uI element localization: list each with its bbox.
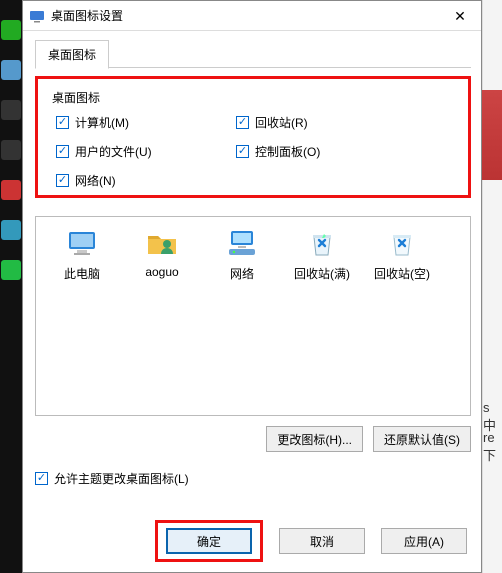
ok-button[interactable]: 确定 [166, 528, 252, 554]
preview-label: 网络 [230, 265, 254, 282]
background-text: s 中 [483, 400, 500, 434]
userfolder-icon [146, 227, 178, 259]
check-icon: ✓ [56, 116, 69, 129]
background-text: re 下 [483, 430, 500, 464]
dialog-body: 桌面图标 桌面图标 ✓ 计算机(M) ✓ 回收站(R) ✓ 用户的文件(U) ✓ [23, 31, 481, 497]
preview-label: 此电脑 [64, 265, 100, 282]
checkbox-userfiles[interactable]: ✓ 用户的文件(U) [56, 143, 236, 160]
background-right: s 中 re 下 [482, 0, 502, 573]
preview-label: 回收站(满) [294, 265, 350, 282]
desktop-icon-settings-dialog: 桌面图标设置 ✕ 桌面图标 桌面图标 ✓ 计算机(M) ✓ 回收站(R) ✓ 用… [22, 0, 482, 573]
checkbox-label: 控制面板(O) [255, 143, 320, 160]
check-icon: ✓ [236, 116, 249, 129]
ok-highlight: 确定 [155, 520, 263, 562]
system-icon [29, 8, 45, 24]
checkbox-label: 回收站(R) [255, 114, 308, 131]
restore-default-button[interactable]: 还原默认值(S) [373, 426, 471, 452]
network-icon [226, 227, 258, 259]
background-image-fragment [482, 90, 502, 180]
close-icon[interactable]: ✕ [445, 4, 475, 28]
check-icon: ✓ [236, 145, 249, 158]
cancel-button[interactable]: 取消 [279, 528, 365, 554]
tab-desktop-icons[interactable]: 桌面图标 [35, 40, 109, 69]
checkbox-label: 网络(N) [75, 172, 116, 189]
check-icon: ✓ [56, 174, 69, 187]
checkbox-label: 用户的文件(U) [75, 143, 152, 160]
apply-button[interactable]: 应用(A) [381, 528, 467, 554]
checkbox-computer[interactable]: ✓ 计算机(M) [56, 114, 236, 131]
desktop-dock [0, 0, 22, 573]
recycle-full-icon [306, 227, 338, 259]
change-icon-button[interactable]: 更改图标(H)... [266, 426, 363, 452]
checkbox-allow-theme[interactable]: ✓ 允许主题更改桌面图标(L) [35, 470, 471, 487]
preview-user-folder[interactable]: aoguo [122, 227, 202, 279]
preview-recycle-empty[interactable]: 回收站(空) [362, 227, 442, 282]
preview-label: 回收站(空) [374, 265, 430, 282]
window-title: 桌面图标设置 [51, 7, 445, 24]
recycle-empty-icon [386, 227, 418, 259]
icon-preview-list: 此电脑 aoguo 网络 [35, 216, 471, 416]
check-icon: ✓ [56, 145, 69, 158]
group-title: 桌面图标 [52, 89, 454, 106]
dialog-footer: 确定 取消 应用(A) [155, 520, 467, 562]
checkbox-network[interactable]: ✓ 网络(N) [56, 172, 236, 189]
check-icon: ✓ [35, 472, 48, 485]
checkbox-label: 允许主题更改桌面图标(L) [54, 470, 189, 487]
checkbox-controlpanel[interactable]: ✓ 控制面板(O) [236, 143, 416, 160]
pc-icon [66, 227, 98, 259]
preview-label: aoguo [145, 265, 178, 279]
checkbox-recycle[interactable]: ✓ 回收站(R) [236, 114, 416, 131]
titlebar: 桌面图标设置 ✕ [23, 1, 481, 31]
desktop-icons-group: 桌面图标 ✓ 计算机(M) ✓ 回收站(R) ✓ 用户的文件(U) ✓ 控制面板… [35, 76, 471, 198]
checkbox-label: 计算机(M) [75, 114, 129, 131]
preview-recycle-full[interactable]: 回收站(满) [282, 227, 362, 282]
preview-this-pc[interactable]: 此电脑 [42, 227, 122, 282]
preview-network[interactable]: 网络 [202, 227, 282, 282]
